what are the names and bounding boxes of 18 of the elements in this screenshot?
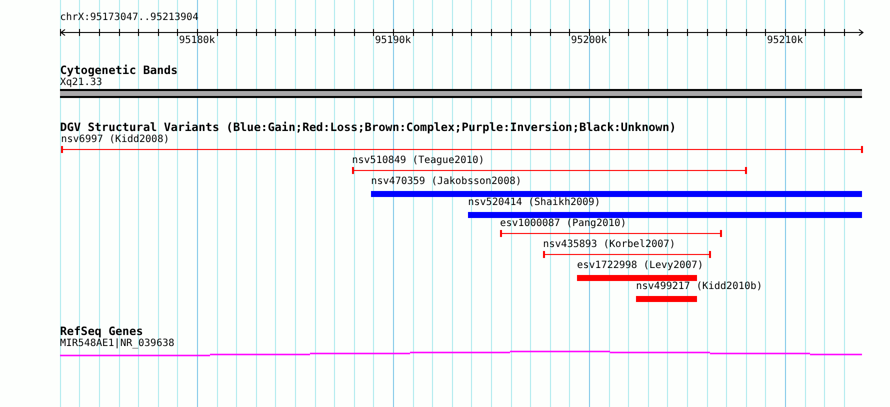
tick-label: 95200k: [570, 35, 608, 47]
variant-label: esv1722998 (Levy2007): [577, 260, 704, 272]
band-label: Xq21.33: [60, 77, 102, 89]
tick-label: 95210k: [766, 35, 804, 47]
variant-label: nsv499217 (Kidd2010b): [636, 281, 762, 293]
tick-label: 95190k: [374, 35, 412, 47]
gene-label: MIR548AE1|NR_039638: [60, 338, 174, 350]
tick-label: 95180k: [178, 35, 216, 47]
region-label: chrX:95173047..95213904: [60, 12, 198, 24]
variant-label: nsv520414 (Shaikh2009): [468, 197, 600, 209]
track-title: RefSeq Genes: [60, 325, 144, 338]
variant-label: nsv470359 (Jakobsson2008): [371, 176, 522, 188]
track-title: Cytogenetic Bands: [60, 64, 178, 77]
track-title: DGV Structural Variants (Blue:Gain;Red:Loss;Brown:Complex;Purple:Inversion;Black:Unknown): [60, 121, 676, 134]
variant-label: nsv510849 (Teague2010): [352, 155, 484, 167]
variant-label: esv1000087 (Pang2010): [500, 218, 626, 230]
variant-label: nsv435893 (Korbel2007): [543, 239, 676, 251]
variant-label: nsv6997 (Kidd2008): [61, 134, 170, 146]
